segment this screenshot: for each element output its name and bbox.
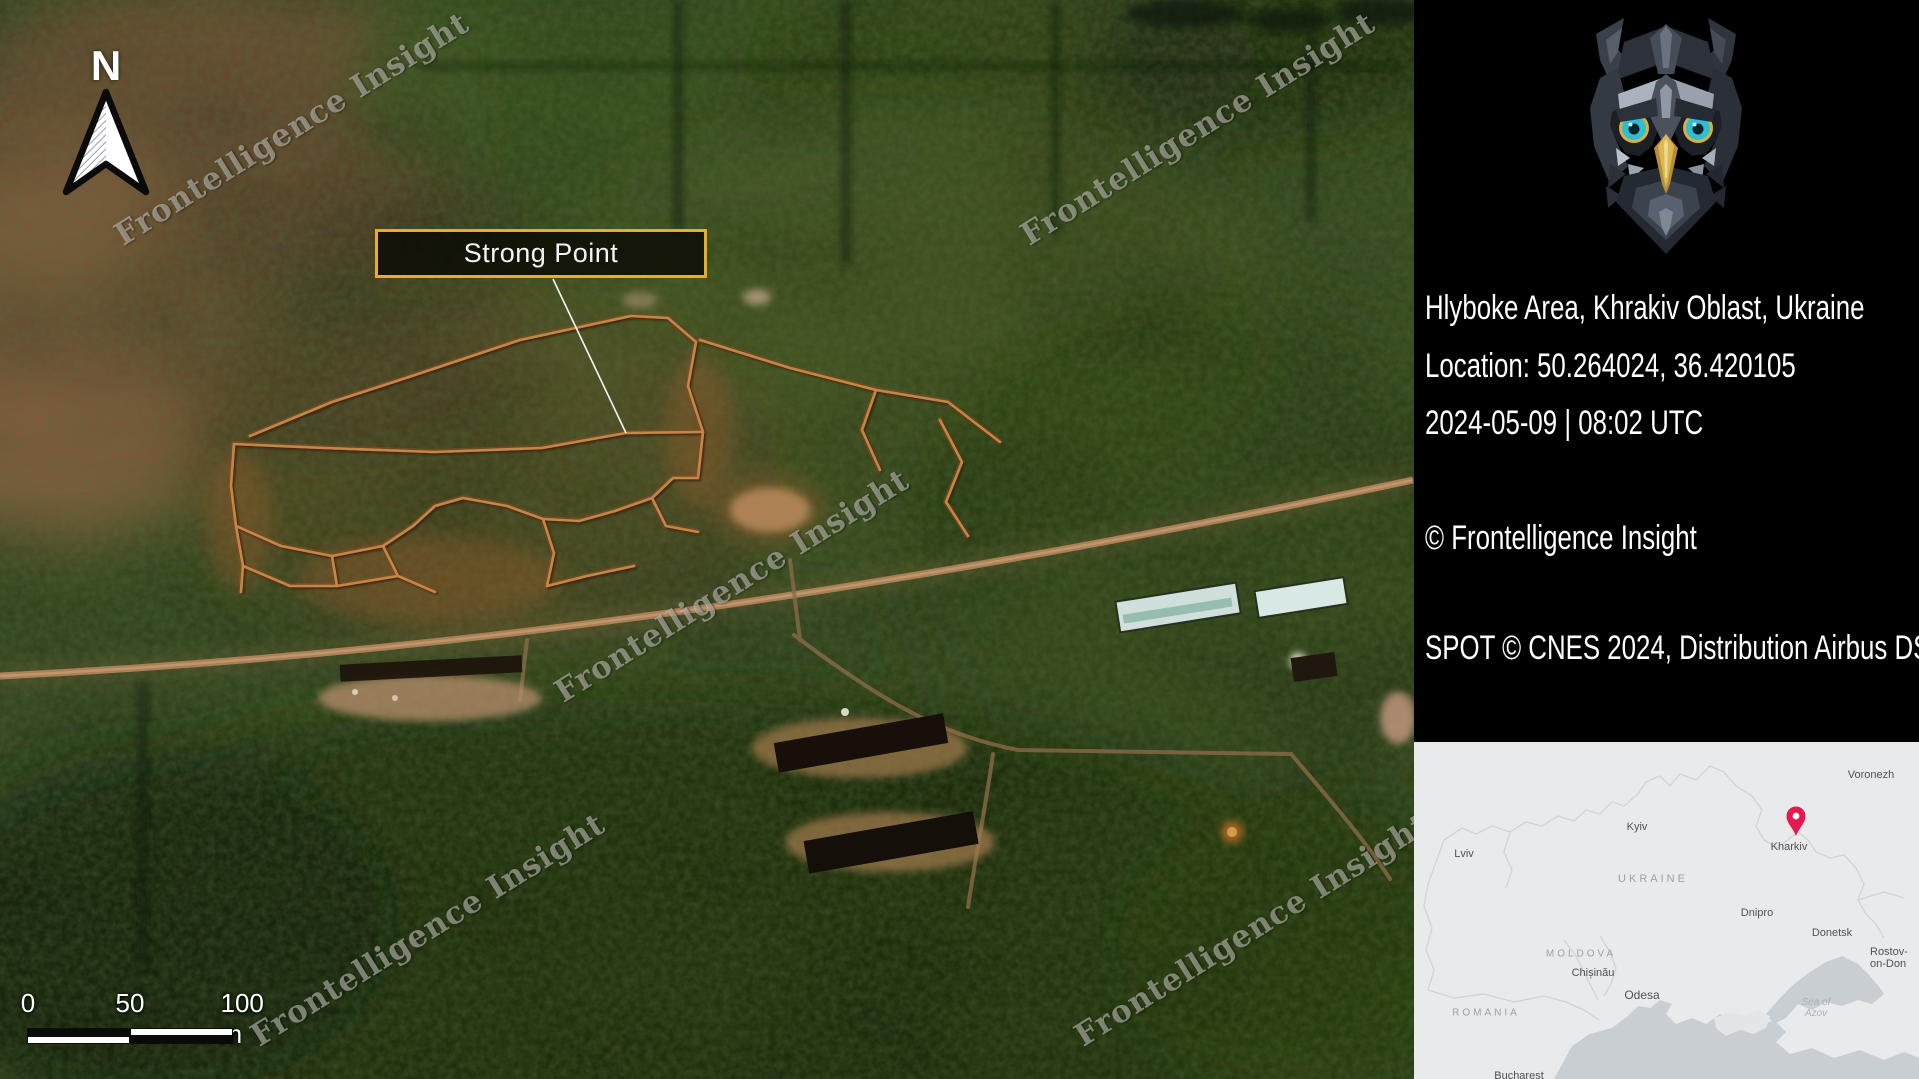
map-label-sea-of-azov: Sea of Azov	[1802, 997, 1831, 1019]
strong-point-label: Strong Point	[464, 238, 619, 269]
scale-tick-50: 50	[116, 988, 145, 1019]
scale-segment	[27, 1036, 130, 1044]
panel-title: Hlyboke Area, Khrakiv Oblast, Ukraine	[1425, 288, 1864, 328]
panel-source: SPOT © CNES 2024, Distribution Airbus DS	[1425, 628, 1919, 668]
map-label-city: Kyiv	[1627, 821, 1648, 833]
map-label-city: Kharkiv	[1771, 841, 1808, 853]
sea-label-line2: Azov	[1805, 1008, 1827, 1019]
panel-location: Location: 50.264024, 36.420105	[1425, 346, 1796, 386]
map-label-city: Voronezh	[1848, 769, 1894, 781]
map-label-city: Donetsk	[1812, 927, 1852, 939]
north-arrow: N	[56, 44, 156, 205]
map-label-city: Dnipro	[1741, 907, 1773, 919]
map-label-city: Lviv	[1454, 848, 1474, 860]
scale-bar-row-bottom	[27, 1036, 233, 1044]
scale-bar: 0 50 100 m	[0, 975, 300, 1055]
scale-segment	[27, 1028, 130, 1036]
context-minimap: Voronezh Kyiv Lviv Kharkiv Dnipro Donets…	[1414, 742, 1919, 1079]
owl-logo	[1566, 16, 1766, 256]
scale-bar-row-top	[27, 1028, 233, 1036]
sea-label-line1: Sea of	[1802, 997, 1831, 1008]
map-label-region: ROMANIA	[1452, 1008, 1520, 1019]
scale-tick-0: 0	[21, 988, 35, 1019]
panel-datetime: 2024-05-09 | 08:02 UTC	[1425, 403, 1703, 443]
map-label-rostov: Rostov- on-Don	[1870, 946, 1908, 970]
map-label-rostov-line2: on-Don	[1870, 958, 1906, 970]
north-arrow-icon	[60, 88, 152, 200]
map-label-region: UKRAINE	[1618, 873, 1688, 885]
map-label-rostov-line1: Rostov-	[1870, 946, 1908, 958]
scale-segment	[130, 1036, 233, 1044]
strong-point-annotation: Strong Point	[375, 229, 707, 278]
info-panel: Hlyboke Area, Khrakiv Oblast, Ukraine Lo…	[1414, 0, 1919, 1079]
north-label: N	[56, 44, 156, 88]
map-label-city: Bucharest	[1494, 1070, 1544, 1079]
scale-segment	[130, 1028, 233, 1036]
minimap-basemap	[1414, 742, 1919, 1079]
map-label-city: Chișinău	[1572, 967, 1615, 979]
map-label-region: MOLDOVA	[1546, 949, 1616, 960]
screenshot-root: Frontelligence Insight Frontelligence In…	[0, 0, 1919, 1079]
satellite-image: Frontelligence Insight Frontelligence In…	[0, 0, 1414, 1079]
panel-credit: © Frontelligence Insight	[1425, 518, 1697, 558]
map-label-city: Odesa	[1624, 989, 1659, 1001]
